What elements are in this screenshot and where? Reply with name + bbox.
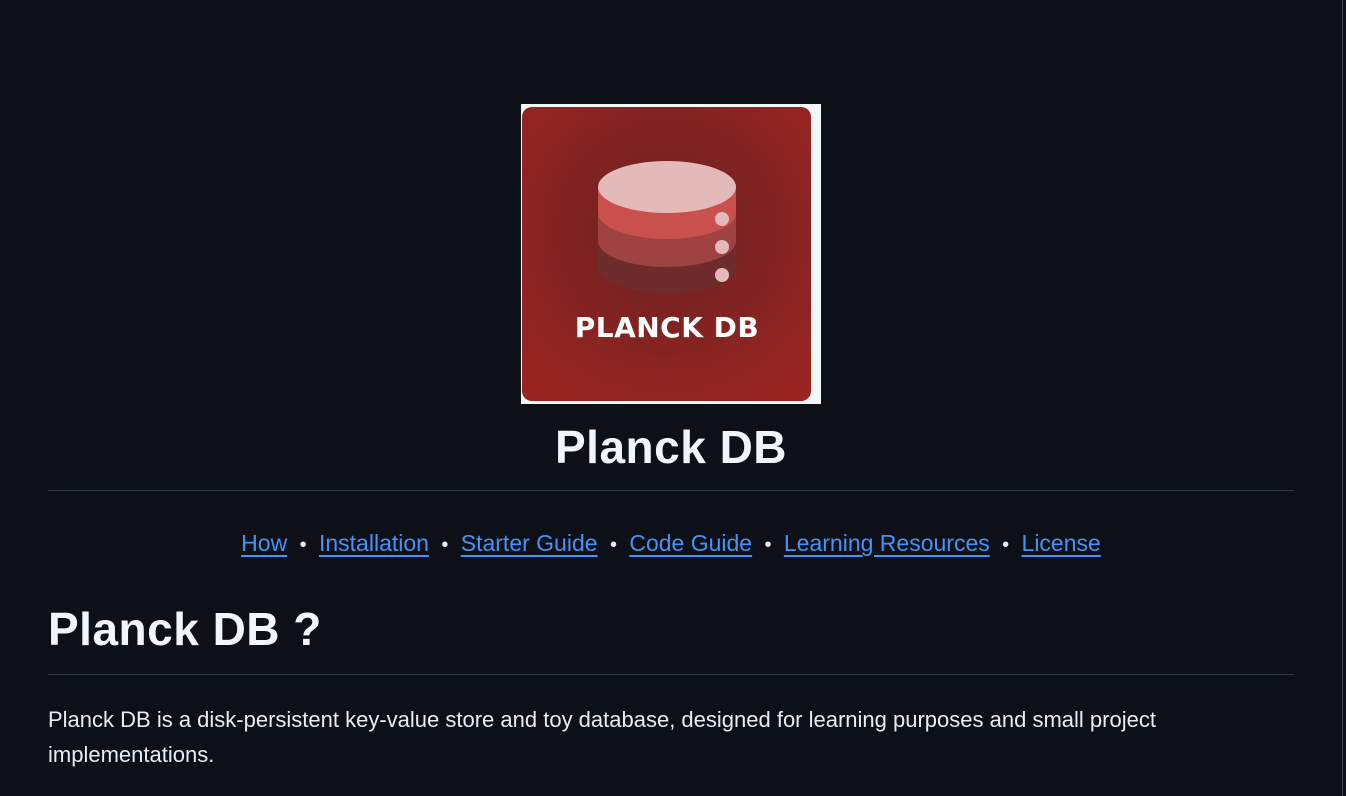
nav-separator: • [441,534,449,556]
database-icon: PLANCK DB [575,161,760,344]
nav-link-license[interactable]: License [1022,530,1101,556]
readme-nav: How • Installation • Starter Guide • Cod… [48,530,1294,557]
nav-link-installation[interactable]: Installation [319,530,429,556]
section-paragraph: Planck DB is a disk-persistent key-value… [48,707,1156,767]
nav-link-starter-guide[interactable]: Starter Guide [461,530,598,556]
nav-link-how[interactable]: How [241,530,287,556]
title-divider [48,490,1294,491]
logo-image: PLANCK DB [521,104,821,404]
nav-separator: • [1002,534,1010,556]
nav-separator: • [764,534,772,556]
nav-separator: • [299,534,307,556]
logo-text: PLANCK DB [575,311,760,344]
nav-link-learning-resources[interactable]: Learning Resources [784,530,990,556]
section-divider [48,674,1294,675]
nav-link-code-guide[interactable]: Code Guide [629,530,752,556]
scrollbar-edge [1342,0,1343,796]
section-heading: Planck DB ? [48,603,322,655]
page-title: Planck DB [554,421,788,473]
readme-page: PLANCK DB Planck DB How • Installation •… [0,0,1346,796]
nav-separator: • [609,534,617,556]
logo-tile: PLANCK DB [522,107,811,401]
